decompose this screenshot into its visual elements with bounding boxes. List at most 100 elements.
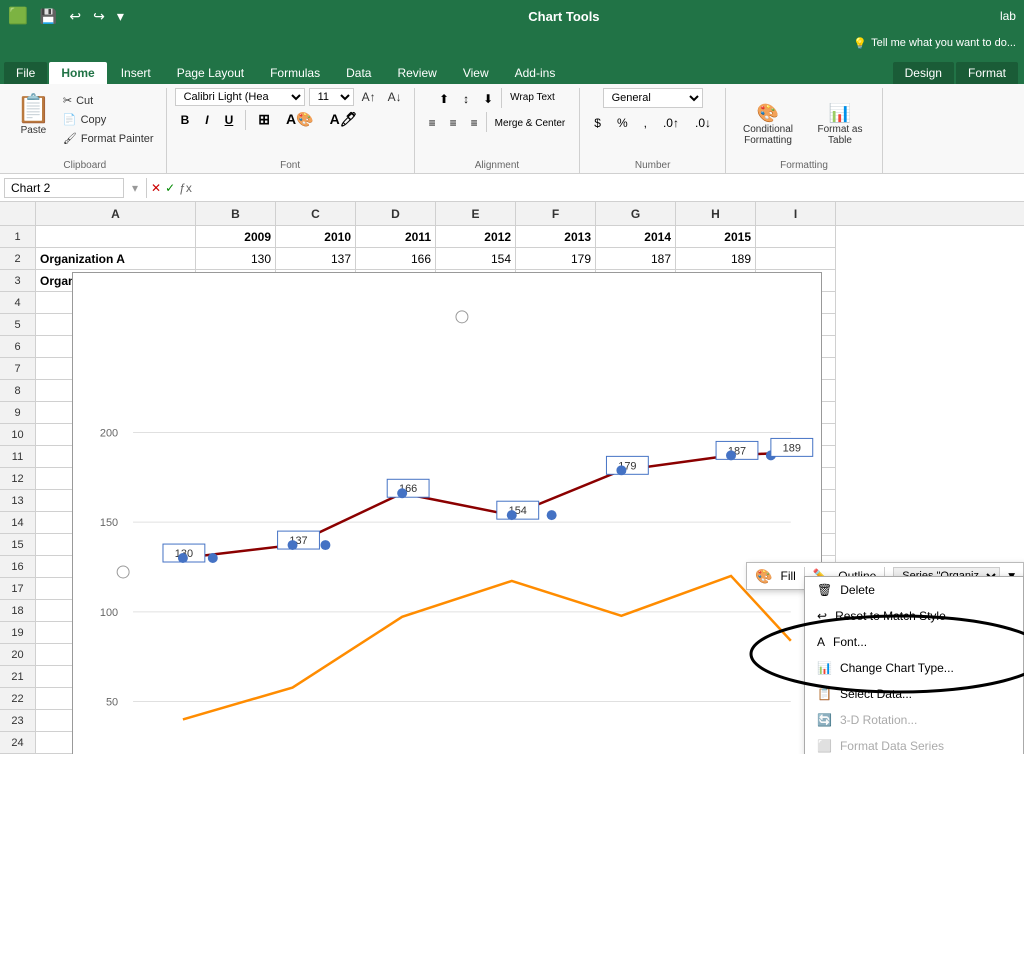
context-menu-font[interactable]: A Font...: [805, 629, 1023, 655]
cell-2-A[interactable]: Organization A: [36, 248, 196, 270]
tab-insert[interactable]: Insert: [109, 62, 163, 84]
cell-2-H[interactable]: 189: [676, 248, 756, 270]
cell-1-B[interactable]: 2009: [196, 226, 276, 248]
col-header-a[interactable]: A: [36, 202, 196, 225]
currency-button[interactable]: $: [588, 112, 607, 134]
customize-button[interactable]: ▾: [113, 6, 128, 27]
row-header-22[interactable]: 22: [0, 688, 36, 710]
cell-1-E[interactable]: 2012: [436, 226, 516, 248]
col-header-c[interactable]: C: [276, 202, 356, 225]
row-header-20[interactable]: 20: [0, 644, 36, 666]
font-color-button[interactable]: A🖊: [324, 108, 364, 131]
tab-data[interactable]: Data: [334, 62, 383, 84]
row-header-19[interactable]: 19: [0, 622, 36, 644]
row-header-13[interactable]: 13: [0, 490, 36, 512]
context-menu-reset[interactable]: ↩ Reset to Match Style: [805, 603, 1023, 629]
italic-button[interactable]: I: [199, 110, 214, 130]
fill-color-button[interactable]: A🎨: [280, 108, 320, 131]
row-header-12[interactable]: 12: [0, 468, 36, 490]
cell-2-C[interactable]: 137: [276, 248, 356, 270]
col-header-e[interactable]: E: [436, 202, 516, 225]
cell-1-I[interactable]: [756, 226, 836, 248]
context-menu-select-data[interactable]: 📋 Select Data...: [805, 681, 1023, 707]
cell-2-F[interactable]: 179: [516, 248, 596, 270]
row-header-21[interactable]: 21: [0, 666, 36, 688]
chart-container[interactable]: 0 50 100 150 200 2009 2010 2011 2012 201…: [72, 272, 822, 754]
row-header-23[interactable]: 23: [0, 710, 36, 732]
align-left-button[interactable]: ≡: [423, 112, 442, 134]
align-bottom-button[interactable]: ⬇: [477, 88, 499, 110]
insert-function-icon[interactable]: ƒx: [179, 181, 192, 195]
col-header-h[interactable]: H: [676, 202, 756, 225]
row-header-11[interactable]: 11: [0, 446, 36, 468]
row-header-10[interactable]: 10: [0, 424, 36, 446]
row-header-8[interactable]: 8: [0, 380, 36, 402]
number-format-select[interactable]: General: [603, 88, 703, 108]
cell-2-B[interactable]: 130: [196, 248, 276, 270]
row-header-2[interactable]: 2: [0, 248, 36, 270]
tab-page-layout[interactable]: Page Layout: [165, 62, 256, 84]
col-header-f[interactable]: F: [516, 202, 596, 225]
underline-button[interactable]: U: [219, 110, 240, 130]
format-as-table-button[interactable]: 📊 Format as Table: [806, 99, 874, 150]
confirm-formula-icon[interactable]: ✓: [165, 181, 175, 195]
comma-button[interactable]: ,: [638, 112, 653, 134]
tab-design[interactable]: Design: [893, 62, 954, 84]
copy-button[interactable]: 📄 Copy: [59, 111, 158, 128]
row-header-18[interactable]: 18: [0, 600, 36, 622]
align-middle-button[interactable]: ↕: [457, 88, 475, 110]
cell-2-D[interactable]: 166: [356, 248, 436, 270]
decrease-font-button[interactable]: A↓: [384, 88, 406, 106]
tab-format[interactable]: Format: [956, 62, 1018, 84]
context-menu-change-chart-type[interactable]: 📊 Change Chart Type...: [805, 655, 1023, 681]
tab-review[interactable]: Review: [385, 62, 448, 84]
align-right-button[interactable]: ≡: [465, 112, 484, 134]
paste-button[interactable]: 📋 Paste: [12, 88, 55, 140]
tab-addins[interactable]: Add-ins: [503, 62, 568, 84]
cell-1-D[interactable]: 2011: [356, 226, 436, 248]
row-header-1[interactable]: 1: [0, 226, 36, 248]
context-menu-delete[interactable]: 🗑 Delete: [805, 577, 1023, 603]
cell-2-I[interactable]: [756, 248, 836, 270]
bold-button[interactable]: B: [175, 110, 196, 130]
decrease-decimal-button[interactable]: .0↓: [689, 112, 717, 134]
row-header-4[interactable]: 4: [0, 292, 36, 314]
col-header-g[interactable]: G: [596, 202, 676, 225]
percent-button[interactable]: %: [611, 112, 634, 134]
align-center-button[interactable]: ≡: [444, 112, 463, 134]
cancel-formula-icon[interactable]: ✕: [151, 181, 161, 195]
row-header-14[interactable]: 14: [0, 512, 36, 534]
cell-1-F[interactable]: 2013: [516, 226, 596, 248]
conditional-formatting-button[interactable]: 🎨 Conditional Formatting: [734, 99, 802, 150]
tab-view[interactable]: View: [451, 62, 501, 84]
col-header-d[interactable]: D: [356, 202, 436, 225]
row-header-3[interactable]: 3: [0, 270, 36, 292]
cell-1-G[interactable]: 2014: [596, 226, 676, 248]
tab-formulas[interactable]: Formulas: [258, 62, 332, 84]
undo-button[interactable]: ↩: [65, 6, 85, 27]
increase-decimal-button[interactable]: .0↑: [657, 112, 685, 134]
col-header-i[interactable]: I: [756, 202, 836, 225]
row-header-7[interactable]: 7: [0, 358, 36, 380]
align-top-button[interactable]: ⬆: [433, 88, 455, 110]
row-header-24[interactable]: 24: [0, 732, 36, 754]
row-header-15[interactable]: 15: [0, 534, 36, 556]
border-button[interactable]: ⊞: [252, 108, 276, 131]
cell-2-G[interactable]: 187: [596, 248, 676, 270]
row-header-16[interactable]: 16: [0, 556, 36, 578]
tab-file[interactable]: File: [4, 62, 47, 84]
fill-toolbar-button[interactable]: 🎨: [755, 568, 772, 585]
cell-1-A[interactable]: [36, 226, 196, 248]
font-size-select[interactable]: 11: [309, 88, 354, 106]
row-header-6[interactable]: 6: [0, 336, 36, 358]
row-header-5[interactable]: 5: [0, 314, 36, 336]
cut-button[interactable]: ✂ Cut: [59, 92, 158, 109]
wrap-text-button[interactable]: Wrap Text: [504, 88, 561, 107]
cell-1-H[interactable]: 2015: [676, 226, 756, 248]
redo-button[interactable]: ↪: [89, 6, 109, 27]
save-button[interactable]: 💾: [36, 6, 61, 27]
name-box[interactable]: [4, 178, 124, 198]
tab-home[interactable]: Home: [49, 62, 106, 84]
row-header-17[interactable]: 17: [0, 578, 36, 600]
formula-input[interactable]: [196, 179, 1020, 197]
